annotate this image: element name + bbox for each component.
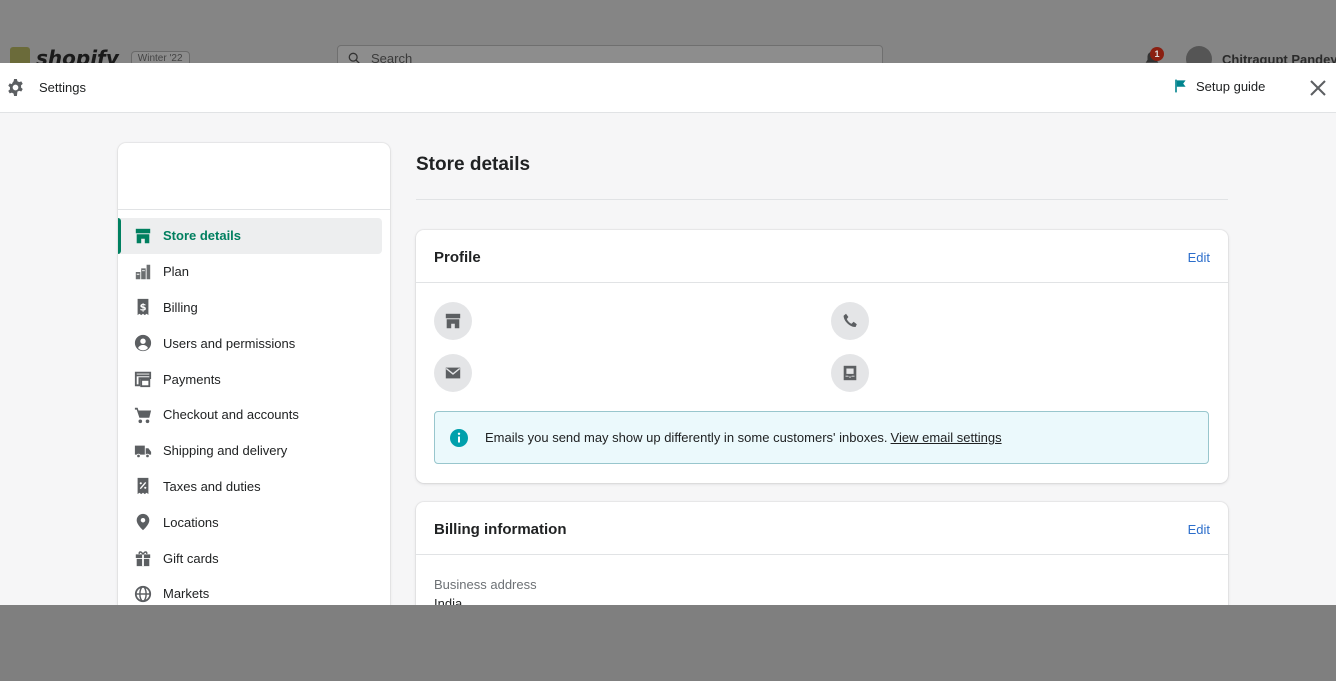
billing-icon: $ [133, 297, 153, 317]
email-icon [434, 354, 472, 392]
user-icon [133, 333, 153, 353]
profile-title: Profile [434, 249, 481, 266]
search-icon [348, 52, 361, 63]
sidebar-item-label: Taxes and duties [163, 478, 261, 494]
billing-card-header: Billing information Edit [416, 502, 1228, 555]
location-icon [133, 512, 153, 532]
info-icon [450, 428, 468, 447]
inbox-icon [831, 354, 869, 392]
sidebar-item-locations[interactable]: Locations [118, 504, 390, 540]
phone-icon [831, 302, 869, 340]
sidebar-item-label: Gift cards [163, 550, 219, 566]
settings-nav: Store details Plan $ Billing Users and p… [118, 218, 390, 605]
business-address-value: India [434, 596, 463, 605]
svg-text:$: $ [140, 303, 147, 314]
profile-card: Profile Edit Emails you send may show up… [416, 230, 1228, 483]
notification-bell-icon: 1 [1143, 47, 1164, 63]
settings-sidebar: Store details Plan $ Billing Users and p… [118, 143, 390, 605]
close-icon [1310, 80, 1326, 96]
sidebar-divider [118, 209, 390, 210]
store-icon [133, 226, 153, 246]
sidebar-item-label: Markets [163, 586, 210, 602]
settings-title: Settings [39, 80, 86, 95]
settings-modal: Settings Setup guide Store details Plan … [0, 63, 1336, 605]
sidebar-item-label: Payments [163, 371, 221, 387]
sidebar-item-markets[interactable]: Markets [118, 576, 390, 605]
tax-icon [133, 476, 153, 496]
banner-text: Emails you send may show up differently … [485, 430, 888, 445]
sidebar-item-checkout[interactable]: Checkout and accounts [118, 397, 390, 433]
payments-icon [133, 369, 153, 389]
sidebar-item-label: Locations [163, 514, 219, 530]
close-button[interactable] [1306, 76, 1330, 100]
view-email-settings-link[interactable]: View email settings [891, 430, 1002, 445]
avatar [1186, 46, 1212, 63]
email-info-banner: Emails you send may show up differently … [434, 411, 1209, 464]
setup-guide-button[interactable]: Setup guide [1172, 78, 1265, 94]
cart-icon [133, 405, 153, 425]
sidebar-item-plan[interactable]: Plan [118, 254, 390, 290]
brand-name: shopify [36, 46, 119, 63]
sidebar-item-label: Billing [163, 299, 198, 315]
profile-edit-button[interactable]: Edit [1188, 250, 1210, 265]
profile-card-header: Profile Edit [416, 230, 1228, 283]
background-search: Search [337, 45, 883, 63]
billing-title: Billing information [434, 521, 567, 538]
title-divider [416, 199, 1228, 200]
flag-icon [1175, 79, 1186, 93]
store-name-icon [434, 302, 472, 340]
background-topbar: shopify Winter '22 Search 1 Chitragupt P… [0, 0, 1336, 63]
sidebar-item-payments[interactable]: Payments [118, 361, 390, 397]
page-title: Store details [416, 154, 531, 175]
notification-count: 1 [1150, 47, 1164, 61]
shopify-logo: shopify Winter '22 [10, 46, 190, 63]
sidebar-item-taxes[interactable]: Taxes and duties [118, 469, 390, 505]
sidebar-item-label: Users and permissions [163, 335, 296, 351]
username: Chitragupt Pandey [1222, 52, 1336, 63]
globe-icon [133, 584, 153, 604]
settings-header: Settings Setup guide [0, 63, 1336, 113]
background-overlay-bottom [0, 605, 1336, 681]
truck-icon [133, 441, 153, 461]
business-address-label: Business address [434, 577, 537, 592]
setup-guide-label: Setup guide [1196, 78, 1266, 94]
plan-icon [133, 262, 153, 282]
sidebar-item-shipping[interactable]: Shipping and delivery [118, 433, 390, 469]
sidebar-item-label: Checkout and accounts [163, 407, 299, 423]
billing-edit-button[interactable]: Edit [1188, 522, 1210, 537]
sidebar-item-label: Shipping and delivery [163, 443, 288, 459]
billing-card: Billing information Edit Business addres… [416, 502, 1228, 605]
sidebar-item-gift-cards[interactable]: Gift cards [118, 540, 390, 576]
gift-icon [133, 548, 153, 568]
edition-badge: Winter '22 [130, 50, 190, 63]
sidebar-item-label: Store details [163, 228, 242, 244]
sidebar-item-label: Plan [163, 264, 190, 280]
shopify-bag-icon [10, 47, 30, 63]
sidebar-item-billing[interactable]: $ Billing [118, 290, 390, 326]
sidebar-item-users[interactable]: Users and permissions [118, 325, 390, 361]
gear-icon [8, 78, 23, 97]
sidebar-item-store-details[interactable]: Store details [118, 218, 382, 254]
search-placeholder: Search [371, 50, 413, 64]
